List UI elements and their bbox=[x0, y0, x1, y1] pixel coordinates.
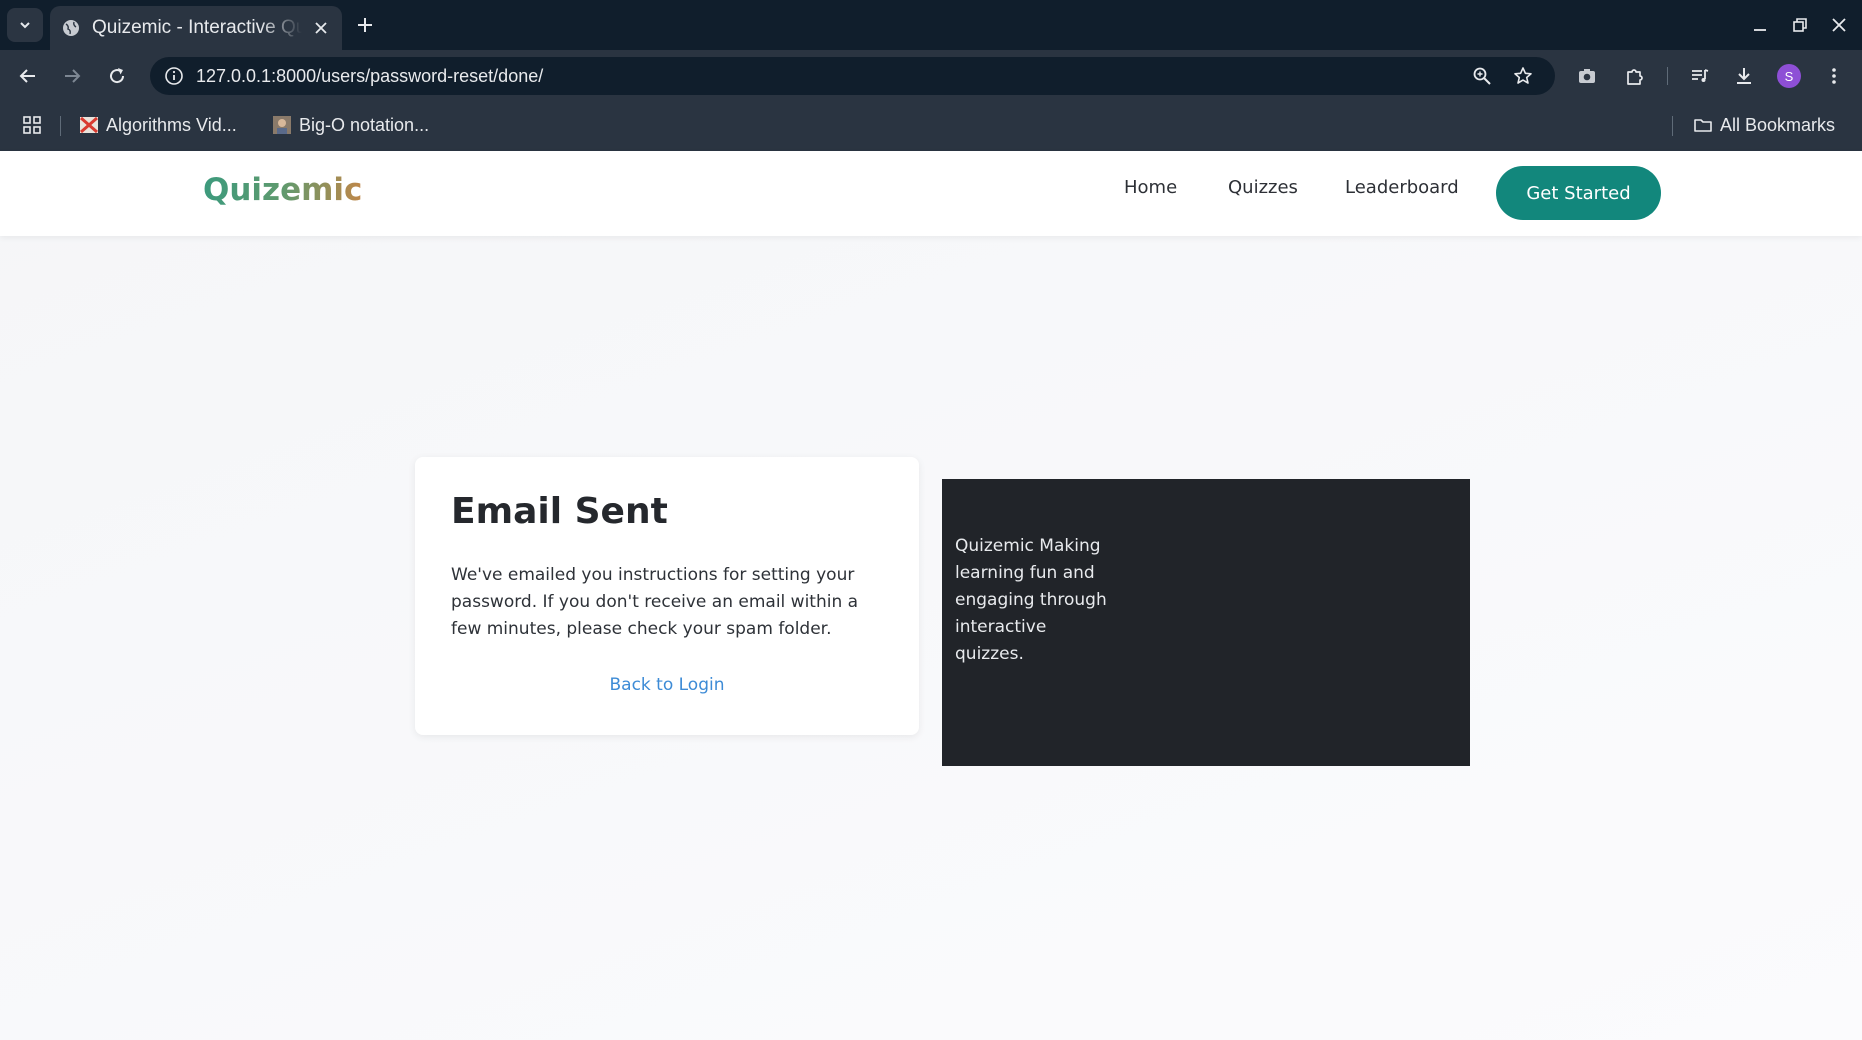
more-vertical-icon bbox=[1832, 68, 1836, 84]
globe-icon bbox=[63, 20, 79, 36]
zoom-icon bbox=[1473, 67, 1491, 85]
downloads-button[interactable] bbox=[1730, 62, 1758, 90]
tab-close-button[interactable] bbox=[310, 17, 332, 39]
minimize-icon bbox=[1754, 29, 1766, 31]
tab-title: Quizemic - Interactive Quiz bbox=[92, 17, 302, 38]
nav-link-home[interactable]: Home bbox=[1124, 177, 1177, 198]
bookmark-label: Big-O notation... bbox=[299, 114, 430, 135]
site-info-button[interactable] bbox=[162, 64, 186, 88]
screenshot-button[interactable] bbox=[1573, 62, 1601, 90]
playlist-icon bbox=[1692, 69, 1709, 82]
url-text[interactable]: 127.0.0.1:8000/users/password-reset/done… bbox=[196, 66, 543, 87]
bookmarks-divider bbox=[60, 116, 61, 136]
restore-icon bbox=[1793, 18, 1807, 32]
tab-search-button[interactable] bbox=[7, 8, 43, 42]
bookmark-big-o[interactable]: Big-O notation... bbox=[272, 113, 429, 137]
panel-tagline: Quizemic Making learning fun and engagin… bbox=[955, 536, 1107, 664]
close-icon bbox=[315, 22, 327, 34]
page-viewport: Quizemic Home Quizzes Leaderboard Get St… bbox=[0, 151, 1862, 1040]
apps-grid-icon bbox=[23, 116, 41, 134]
puzzle-icon bbox=[1627, 69, 1643, 85]
browser-tab-active[interactable]: Quizemic - Interactive Quiz bbox=[50, 6, 342, 50]
nav-link-leaderboard[interactable]: Leaderboard bbox=[1345, 177, 1459, 198]
bookmark-algorithms[interactable]: Algorithms Vid... bbox=[79, 113, 237, 137]
bookmark-favicon-icon bbox=[80, 116, 98, 134]
folder-icon bbox=[1694, 119, 1712, 132]
camera-icon bbox=[1579, 69, 1595, 83]
bookmarks-divider bbox=[1672, 116, 1673, 136]
bookmark-label: Algorithms Vid... bbox=[106, 114, 237, 135]
minimize-button[interactable] bbox=[1747, 12, 1773, 38]
address-bar[interactable]: 127.0.0.1:8000/users/password-reset/done… bbox=[150, 57, 1555, 95]
card-message: We've emailed you instructions for setti… bbox=[451, 565, 859, 639]
browser-tabstrip: Quizemic - Interactive Quiz bbox=[0, 0, 1862, 50]
forward-button[interactable] bbox=[58, 62, 86, 90]
toolbar-divider bbox=[1667, 67, 1668, 85]
restore-button[interactable] bbox=[1787, 12, 1813, 38]
profile-avatar[interactable]: S bbox=[1777, 64, 1801, 88]
chevron-down-icon bbox=[20, 22, 30, 29]
new-tab-button[interactable] bbox=[352, 12, 378, 38]
apps-button[interactable] bbox=[22, 113, 42, 137]
brand-logo[interactable]: Quizemic bbox=[203, 172, 362, 208]
all-bookmarks-button[interactable]: All Bookmarks bbox=[1693, 113, 1835, 137]
info-icon bbox=[165, 67, 183, 85]
bookmark-star-button[interactable] bbox=[1511, 64, 1535, 88]
arrow-right-icon bbox=[65, 69, 81, 83]
extensions-button[interactable] bbox=[1620, 62, 1648, 90]
zoom-button[interactable] bbox=[1470, 64, 1494, 88]
arrow-left-icon bbox=[19, 69, 35, 83]
reload-button[interactable] bbox=[103, 62, 131, 90]
page-title: Email Sent bbox=[451, 491, 668, 532]
plus-icon bbox=[358, 18, 372, 32]
all-bookmarks-label: All Bookmarks bbox=[1720, 114, 1836, 135]
brand-info-panel: Quizemic Making learning fun and engagin… bbox=[942, 479, 1470, 766]
email-sent-card: Email Sent We've emailed you instruction… bbox=[415, 457, 919, 735]
browser-toolbar: 127.0.0.1:8000/users/password-reset/done… bbox=[0, 50, 1862, 100]
browser-menu-button[interactable] bbox=[1820, 62, 1848, 90]
window-close-button[interactable] bbox=[1826, 12, 1852, 38]
media-controls-button[interactable] bbox=[1686, 62, 1714, 90]
star-icon bbox=[1514, 67, 1532, 84]
bookmarks-bar: Algorithms Vid... Big-O notation... All … bbox=[0, 100, 1862, 151]
reload-icon bbox=[110, 68, 125, 84]
get-started-button[interactable]: Get Started bbox=[1496, 166, 1661, 220]
download-icon bbox=[1737, 68, 1751, 84]
back-to-login-link[interactable]: Back to Login bbox=[415, 675, 919, 695]
bookmark-favicon-icon bbox=[273, 116, 291, 134]
site-navbar: Quizemic Home Quizzes Leaderboard Get St… bbox=[0, 151, 1862, 236]
nav-link-quizzes[interactable]: Quizzes bbox=[1228, 177, 1298, 198]
back-button[interactable] bbox=[14, 62, 42, 90]
close-icon bbox=[1832, 18, 1846, 32]
